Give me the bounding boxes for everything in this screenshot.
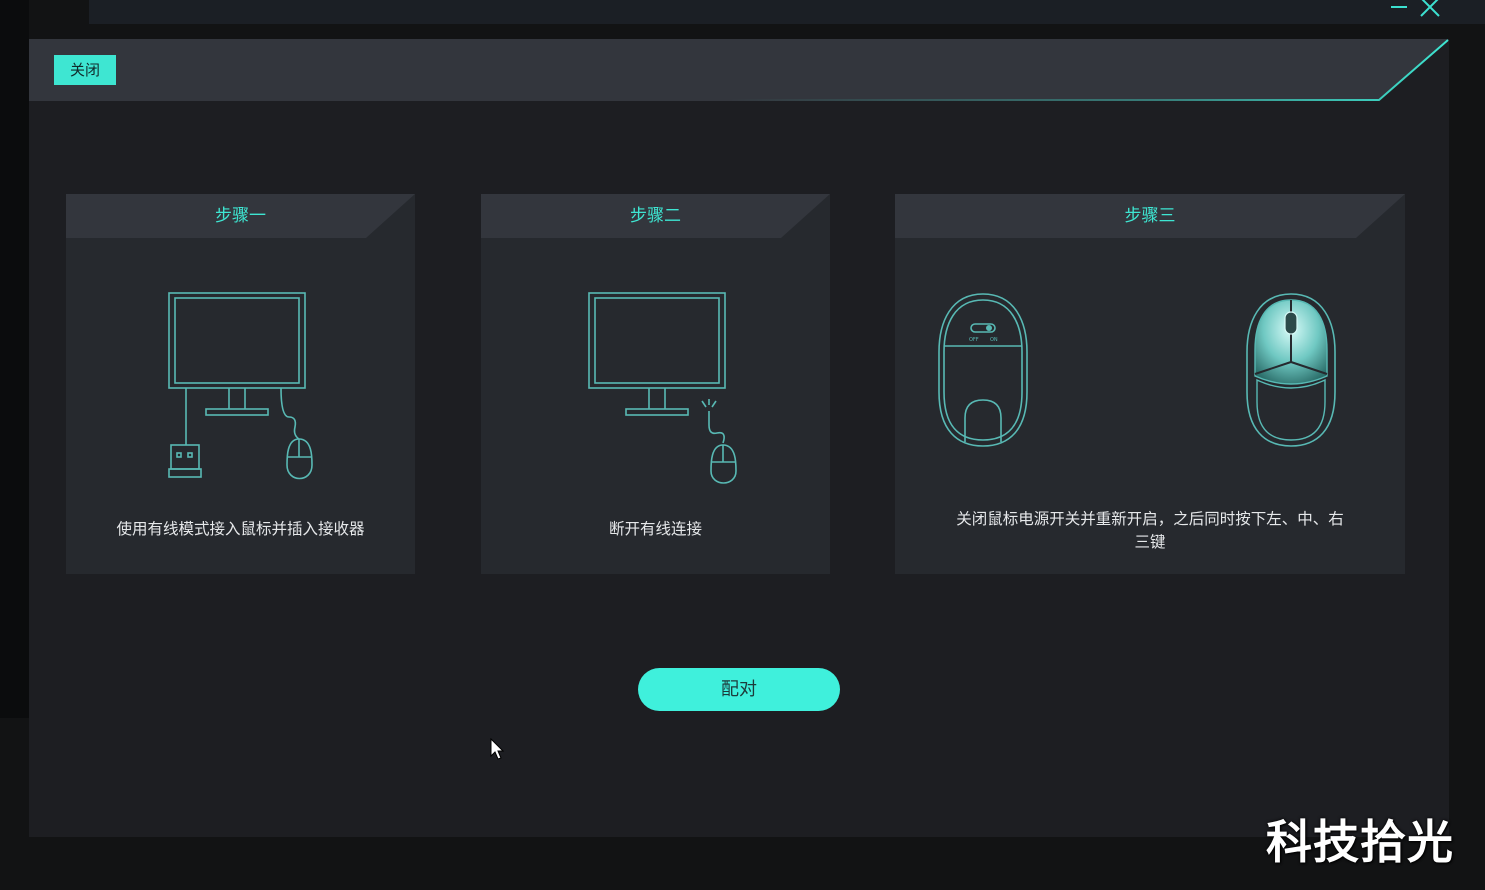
- close-button[interactable]: 关闭: [54, 55, 116, 85]
- background-left-strip: [0, 0, 29, 718]
- switch-off-label: OFF: [969, 337, 979, 343]
- cursor-arrow-icon: [490, 738, 505, 760]
- watermark-text: 科技拾光: [1266, 815, 1454, 869]
- step-one-description: 使用有线模式接入鼠标并插入接收器: [116, 520, 365, 538]
- step-two-card: 步骤二 断开有线连接: [481, 194, 830, 574]
- monitor-disconnect-illustration: [588, 292, 737, 484]
- pairing-dialog: 关闭 步骤一 使用有线模式接入鼠标并插入接收器 步骤二 断开有线连接 步骤三 O…: [29, 39, 1449, 837]
- step-two-description: 断开有线连接: [608, 520, 702, 538]
- monitor-receiver-mouse-illustration: [168, 292, 313, 480]
- pair-button[interactable]: 配对: [638, 668, 840, 711]
- window-controls: [1379, 0, 1449, 20]
- step-two-title: 步骤二: [630, 206, 681, 226]
- step-one-title: 步骤一: [215, 206, 266, 226]
- switch-on-label: ON: [990, 337, 998, 343]
- step-one-card: 步骤一 使用有线模式接入鼠标并插入接收器: [66, 194, 415, 574]
- step-three-description-line1: 关闭鼠标电源开关并重新开启，之后同时按下左、中、右: [956, 510, 1344, 528]
- step-three-description: 关闭鼠标电源开关并重新开启，之后同时按下左、中、右 三键: [895, 508, 1405, 554]
- dialog-header: [29, 39, 1449, 101]
- step-three-card: 步骤三 OFF ON 关闭鼠标电源开关并重新开启，之后同时按下左、中、右 三键: [895, 194, 1405, 574]
- step-three-title: 步骤三: [1124, 206, 1176, 226]
- mouse-bottom-switch-illustration: OFF ON: [938, 293, 1028, 447]
- background-window-titlebar: [89, 0, 1485, 24]
- mouse-top-buttons-illustration: [1246, 293, 1336, 447]
- minimize-icon[interactable]: [1391, 6, 1407, 8]
- close-window-icon[interactable]: [1419, 0, 1441, 18]
- step-three-description-line2: 三键: [1134, 533, 1166, 551]
